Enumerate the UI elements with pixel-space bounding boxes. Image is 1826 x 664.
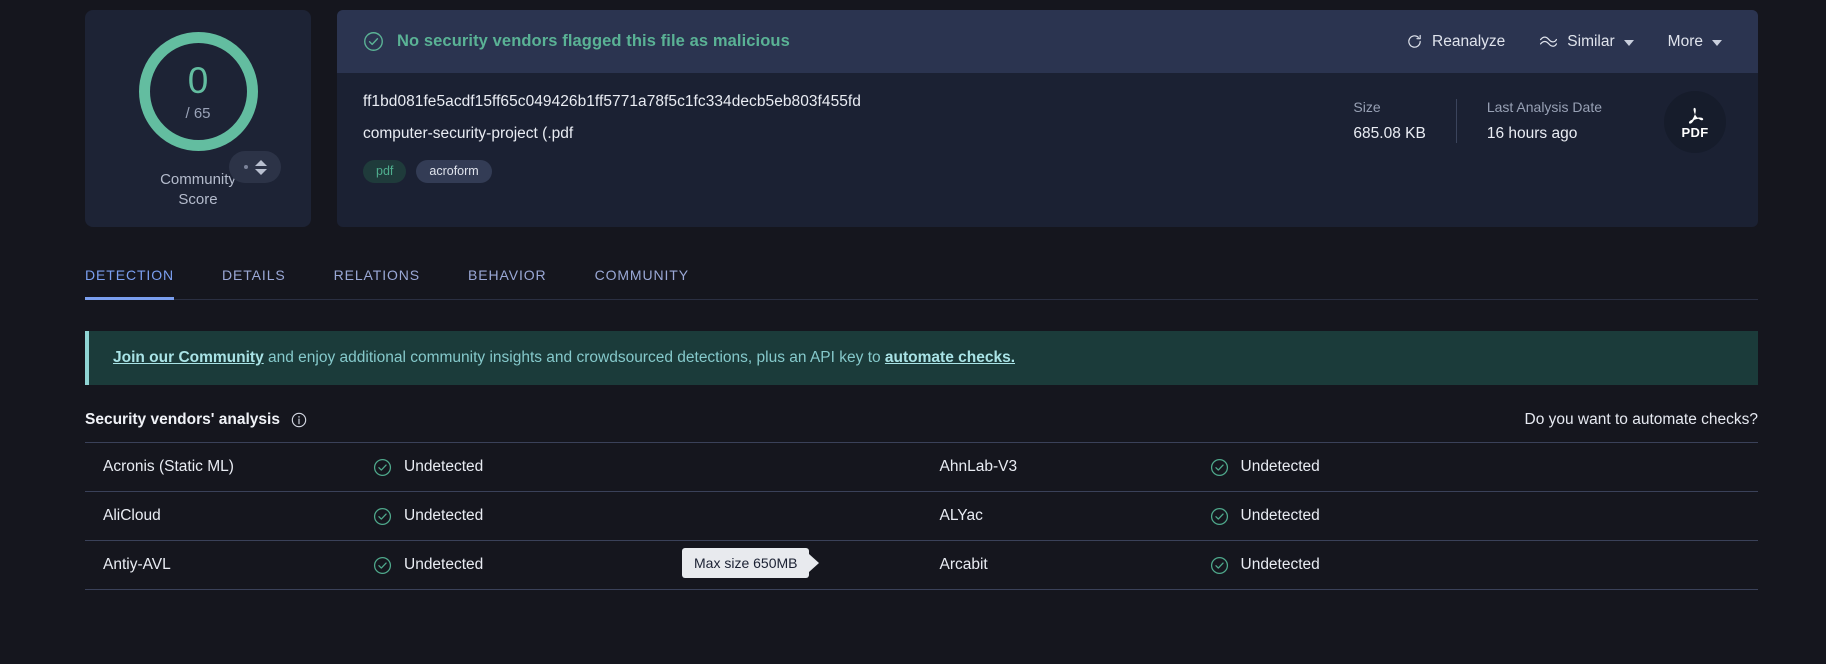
community-score-card: 0 / 65 Community Score: [85, 10, 311, 227]
table-row: AliCloud Undetected ALYac Undetected: [85, 492, 1758, 541]
chevron-down-icon: [1712, 40, 1722, 46]
meta-size-label: Size: [1353, 99, 1381, 115]
tab-relations[interactable]: RELATIONS: [334, 259, 420, 300]
automate-checks-question[interactable]: Do you want to automate checks?: [1525, 411, 1759, 429]
vendor-result: Undetected: [373, 507, 483, 526]
vendor-result: Undetected: [1210, 458, 1320, 477]
tab-detection[interactable]: DETECTION: [85, 259, 174, 300]
similar-label: Similar: [1567, 32, 1615, 50]
refresh-icon: [1408, 34, 1421, 48]
check-circle-icon: [1210, 458, 1228, 476]
report-summary-row: 0 / 65 Community Score No security vendo…: [0, 0, 1826, 227]
check-circle-icon: [373, 507, 392, 525]
file-verdict-header: No security vendors flagged this file as…: [337, 10, 1758, 73]
community-score-total: / 65: [185, 104, 211, 122]
vendor-name[interactable]: AliCloud: [103, 507, 373, 525]
community-score-donut: 0 / 65: [138, 32, 258, 151]
vendor-result: Undetected: [1210, 507, 1320, 526]
check-circle-icon: [1210, 507, 1228, 525]
file-identity: ff1bd081fe5acdf15ff65c049426b1ff5771a78f…: [363, 93, 1327, 227]
tag-acroform[interactable]: acroform: [416, 160, 492, 183]
meta-size-value: 685.08 KB: [1353, 125, 1426, 142]
vendor-name[interactable]: ALYac: [940, 507, 1210, 525]
more-button[interactable]: More: [1668, 33, 1722, 51]
reanalyze-label: Reanalyze: [1432, 32, 1506, 50]
chevron-down-icon: [1623, 40, 1634, 46]
arrow-up-icon[interactable]: [254, 159, 267, 166]
vendor-name[interactable]: Antiy-AVL: [103, 556, 373, 574]
check-circle-icon: [1210, 556, 1228, 574]
check-circle-icon: [364, 32, 383, 51]
vendor-result-label: Undetected: [1240, 556, 1320, 573]
tab-details[interactable]: DETAILS: [222, 259, 286, 300]
arrow-down-icon[interactable]: [254, 168, 267, 175]
file-body: ff1bd081fe5acdf15ff65c049426b1ff5771a78f…: [337, 73, 1758, 227]
tab-community[interactable]: COMMUNITY: [595, 259, 689, 300]
meta-size: Size 685.08 KB: [1327, 99, 1455, 143]
file-detail-card: No security vendors flagged this file as…: [337, 10, 1758, 227]
file-name: computer-security-project (.pdf: [363, 125, 574, 142]
vendor-name[interactable]: Acronis (Static ML): [103, 458, 373, 476]
info-circle-icon[interactable]: [291, 412, 307, 428]
virustotal-file-report-page: 0 / 65 Community Score No security vendo…: [0, 0, 1826, 664]
vote-dot-icon: [243, 165, 248, 169]
check-circle-icon: [373, 556, 392, 574]
vendor-cell-left: AliCloud Undetected: [85, 492, 922, 540]
vendor-results-table: Acronis (Static ML) Undetected AhnLab-V3: [85, 442, 1758, 590]
tab-behavior[interactable]: BEHAVIOR: [468, 259, 547, 300]
meta-last-analysis-label: Last Analysis Date: [1486, 99, 1602, 115]
report-tabs: DETECTION DETAILS RELATIONS BEHAVIOR COM…: [85, 259, 1758, 300]
community-score-value: 0: [187, 59, 209, 101]
vendor-name[interactable]: Arcabit: [940, 556, 1210, 574]
vendor-cell-right: Arcabit Undetected: [922, 541, 1759, 589]
similar-button[interactable]: Similar: [1539, 32, 1634, 51]
file-hash[interactable]: ff1bd081fe5acdf15ff65c049426b1ff5771a78f…: [363, 93, 1327, 111]
more-label: More: [1667, 32, 1703, 50]
vote-arrows-icon[interactable]: [254, 159, 267, 175]
file-type-badge: PDF: [1664, 91, 1726, 153]
community-score-label-line2: Score: [178, 191, 218, 209]
file-tags: pdf acroform: [363, 160, 1327, 183]
join-community-link[interactable]: Join our Community: [113, 349, 264, 366]
vendors-analysis-header: Security vendors' analysis Do you want t…: [85, 411, 1758, 442]
vendor-result-label: Undetected: [1240, 458, 1320, 475]
pdf-acrobat-icon: [1688, 107, 1704, 124]
max-size-tooltip: Max size 650MB: [682, 548, 810, 578]
community-vote-button[interactable]: [229, 151, 281, 183]
vendor-cell-left: Acronis (Static ML) Undetected: [85, 443, 922, 491]
file-metadata: Size 685.08 KB Last Analysis Date 16 hou…: [1327, 91, 1726, 227]
verdict-text: No security vendors flagged this file as…: [397, 32, 790, 50]
vendor-name[interactable]: AhnLab-V3: [940, 458, 1210, 476]
vendor-result-label: Undetected: [404, 556, 484, 573]
vendors-analysis-title: Security vendors' analysis: [85, 411, 280, 428]
similar-waves-icon: [1540, 36, 1558, 47]
vendor-result: Undetected: [373, 556, 483, 575]
vendor-result-label: Undetected: [1240, 507, 1320, 524]
banner-middle-text: and enjoy additional community insights …: [263, 349, 885, 366]
table-row: Antiy-AVL Undetected Arcabit Undetected: [85, 541, 1758, 590]
meta-last-analysis-value: 16 hours ago: [1486, 125, 1578, 142]
vendor-cell-right: AhnLab-V3 Undetected: [922, 443, 1759, 491]
meta-last-analysis: Last Analysis Date 16 hours ago: [1455, 99, 1632, 143]
tag-pdf[interactable]: pdf: [363, 160, 407, 183]
table-row: Acronis (Static ML) Undetected AhnLab-V3: [85, 443, 1758, 492]
vendor-result-label: Undetected: [404, 458, 484, 475]
automate-checks-link[interactable]: automate checks.: [885, 349, 1015, 366]
vendor-cell-right: ALYac Undetected: [922, 492, 1759, 540]
file-type-badge-label: PDF: [1681, 124, 1709, 140]
vendor-result: Undetected: [1210, 556, 1320, 575]
check-circle-icon: [373, 458, 392, 476]
file-header-actions: Reanalyze Similar More: [1406, 33, 1722, 51]
vendor-result: Undetected: [373, 458, 483, 477]
vendor-result-label: Undetected: [404, 507, 484, 524]
verdict-block: No security vendors flagged this file as…: [363, 31, 790, 52]
reanalyze-button[interactable]: Reanalyze: [1406, 33, 1505, 51]
join-community-banner: Join our Community and enjoy additional …: [85, 331, 1758, 385]
